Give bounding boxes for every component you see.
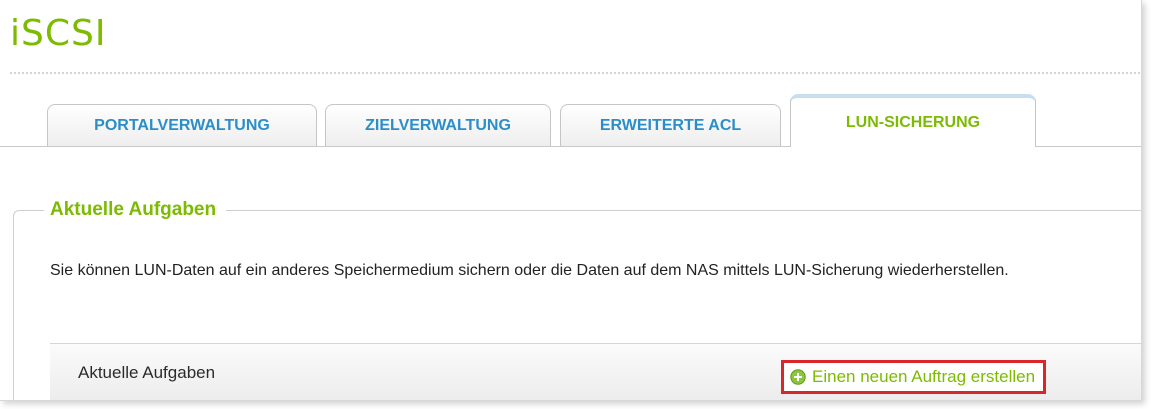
title-divider <box>10 72 1140 74</box>
tab-zielverwaltung[interactable]: ZIELVERWALTUNG <box>325 104 551 146</box>
tab-lun-sicherung[interactable]: LUN-SICHERUNG <box>790 94 1036 147</box>
page-title: iSCSI <box>10 13 107 54</box>
plus-circle-icon <box>790 369 806 385</box>
section-legend: Aktuelle Aufgaben <box>44 197 227 223</box>
tab-portalverwaltung[interactable]: PORTALVERWALTUNG <box>47 104 317 146</box>
create-new-job-button[interactable]: Einen neuen Auftrag erstellen <box>781 360 1047 394</box>
iscsi-panel: iSCSI PORTALVERWALTUNG ZIELVERWALTUNG ER… <box>0 0 1142 401</box>
task-toolbar-title: Aktuelle Aufgaben <box>78 363 216 382</box>
tab-erweiterte-acl[interactable]: ERWEITERTE ACL <box>560 104 781 146</box>
task-toolbar: Aktuelle Aufgaben Einen neuen Auftrag er… <box>50 343 1141 400</box>
tab-bar: PORTALVERWALTUNG ZIELVERWALTUNG ERWEITER… <box>0 94 1141 148</box>
create-new-job-label: Einen neuen Auftrag erstellen <box>812 367 1036 386</box>
section-description: Sie können LUN-Daten auf ein anderes Spe… <box>50 262 1009 279</box>
